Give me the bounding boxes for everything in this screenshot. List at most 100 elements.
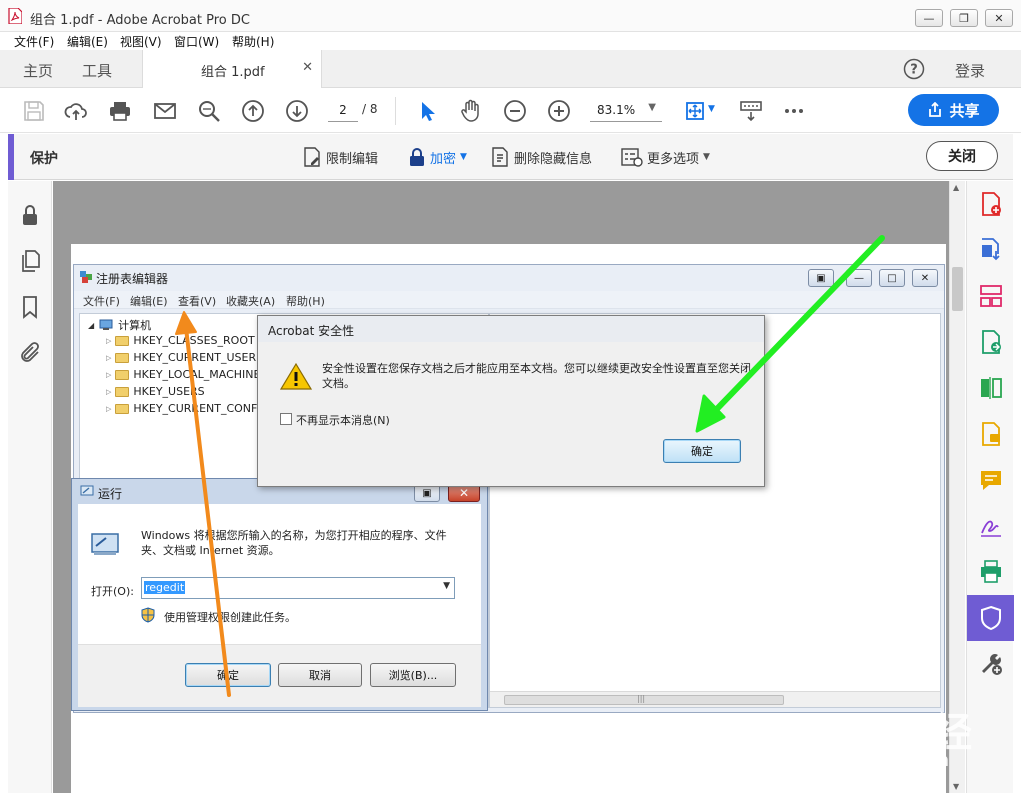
select-cursor-icon[interactable] [415,99,439,123]
collapsed-icon: ▷ [106,404,112,413]
combo-arrow-icon[interactable]: ▼ [443,581,450,591]
open-combobox[interactable]: regedit ▼ [141,577,455,599]
registry-editor-title: 注册表编辑器 [96,272,169,286]
tree-item-hku[interactable]: ▷ HKEY_USERS [106,385,205,398]
encrypt-button[interactable]: 加密 ▼ [408,146,467,168]
tree-root[interactable]: ◢ 计算机 [88,317,151,333]
page-up-icon[interactable] [241,99,265,123]
page-down-icon[interactable] [285,99,309,123]
tree-item-label: HKEY_LOCAL_MACHINE [133,368,261,381]
regedit-maximize-button[interactable]: □ [879,269,905,287]
menu-help[interactable]: 帮助(H) [232,33,274,50]
lock-icon [410,148,424,166]
security-message: 安全性设置在您保存文档之后才能应用至本文档。您可以继续更改安全性设置直至您关闭文… [322,362,751,390]
folder-icon [115,369,130,380]
hand-tool-icon[interactable] [459,99,483,123]
minimize-button[interactable]: — [915,9,943,27]
run-cancel-button[interactable]: 取消 [278,663,362,687]
organize-pages-icon[interactable] [978,283,1004,309]
pages-icon[interactable] [18,249,42,273]
more-tools-icon[interactable] [978,651,1004,677]
tab-tools[interactable]: 工具 [82,60,112,81]
tree-item-hkcc[interactable]: ▷ HKEY_CURRENT_CONFIG [106,402,269,415]
bookmark-icon[interactable] [18,295,42,319]
open-input-value[interactable]: regedit [144,581,186,594]
close-protect-button[interactable]: 关闭 [926,141,998,171]
upload-cloud-icon[interactable] [64,99,88,123]
close-window-button[interactable]: ✕ [985,9,1013,27]
print-icon[interactable] [108,99,132,123]
protect-shield-icon[interactable] [978,605,1004,631]
zoom-in-icon[interactable] [547,99,571,123]
tree-item-hkcr[interactable]: ▷ HKEY_CLASSES_ROOT [106,334,255,347]
security-dialog-title: Acrobat 安全性 [268,324,355,338]
attachment-icon[interactable] [18,341,42,365]
scrollbar-thumb[interactable]: ||| [504,694,784,705]
restrict-edit-button[interactable]: 限制编辑 [302,146,378,168]
warning-icon [280,362,312,390]
maximize-button[interactable]: ❐ [950,9,978,27]
tree-item-hkcu[interactable]: ▷ HKEY_CURRENT_USER [106,351,256,364]
tab-bar: 主页 工具 组合 1.pdf ✕ ? 登录 [0,50,1021,88]
security-ok-button[interactable]: 确定 [663,439,741,463]
tree-item-label: HKEY_USERS [133,385,205,398]
dont-show-checkbox[interactable] [280,413,292,425]
create-pdf-icon[interactable] [978,191,1004,217]
fill-sign-icon[interactable] [978,513,1004,539]
mail-icon[interactable] [153,99,177,123]
print-production-icon[interactable] [978,559,1004,585]
tab-home[interactable]: 主页 [23,60,53,81]
fit-page-icon[interactable] [683,99,707,123]
menu-view[interactable]: 视图(V) [120,33,162,50]
login-link[interactable]: 登录 [955,60,985,81]
scroll-up-icon[interactable]: ▲ [953,183,959,192]
tree-item-hklm[interactable]: ▷ HKEY_LOCAL_MACHINE [106,368,260,381]
comment-doc-icon[interactable] [978,421,1004,447]
regedit-minimize-button[interactable]: — [846,269,872,287]
folder-icon [115,386,130,397]
restore-icon: ❐ [959,11,969,25]
registry-icon [80,271,92,283]
run-ok-button[interactable]: 确定 [185,663,271,687]
run-dialog-button-row: 确定 取消 浏览(B)... [78,644,481,707]
regedit-menu-edit[interactable]: 编辑(E) [130,293,168,309]
export-pdf-icon[interactable] [978,237,1004,263]
security-dialog-header: Acrobat 安全性 [258,316,764,342]
tab-document[interactable]: 组合 1.pdf ✕ [142,50,322,88]
save-icon[interactable] [22,99,46,123]
run-browse-button[interactable]: 浏览(B)... [370,663,456,687]
window-icon: ▣ [816,272,826,284]
more-icon[interactable] [782,99,806,123]
registry-menu-bar: 文件(F) 编辑(E) 查看(V) 收藏夹(A) 帮助(H) [74,291,944,309]
zoom-value: 83.1% [597,103,636,117]
more-options-button[interactable]: 更多选项 ▼ [621,146,710,168]
regedit-menu-file[interactable]: 文件(F) [83,293,120,309]
regedit-menu-view[interactable]: 查看(V) [178,293,216,309]
regedit-extra-button[interactable]: ▣ [808,269,834,287]
help-icon[interactable]: ? [903,58,925,80]
comment-icon[interactable] [978,467,1004,493]
collapsed-icon: ▷ [106,387,112,396]
menu-file[interactable]: 文件(F) [14,33,54,50]
search-icon[interactable] [197,99,221,123]
menu-edit[interactable]: 编辑(E) [67,33,108,50]
admin-note: 使用管理权限创建此任务。 [164,611,296,624]
fit-dropdown-icon[interactable]: ▼ [708,104,715,114]
close-tab-icon[interactable]: ✕ [302,60,313,75]
page-number-input[interactable]: 2 [328,98,358,122]
regedit-close-button[interactable]: ✕ [912,269,938,287]
share-button[interactable]: 共享 [908,94,999,126]
regedit-menu-favorites[interactable]: 收藏夹(A) [226,293,275,309]
compare-icon[interactable] [978,375,1004,401]
uac-shield-icon [141,607,155,623]
edit-pdf-icon[interactable] [978,329,1004,355]
keyboard-tool-icon[interactable] [739,99,763,123]
remove-hidden-button[interactable]: 删除隐藏信息 [490,146,592,168]
lock-icon[interactable] [18,203,42,227]
zoom-level-select[interactable]: 83.1% ▼ [590,98,662,122]
scrollbar-thumb[interactable] [952,267,963,311]
menu-window[interactable]: 窗口(W) [174,33,219,50]
zoom-out-icon[interactable] [503,99,527,123]
expand-icon: ◢ [88,320,95,330]
regedit-menu-help[interactable]: 帮助(H) [286,293,325,309]
